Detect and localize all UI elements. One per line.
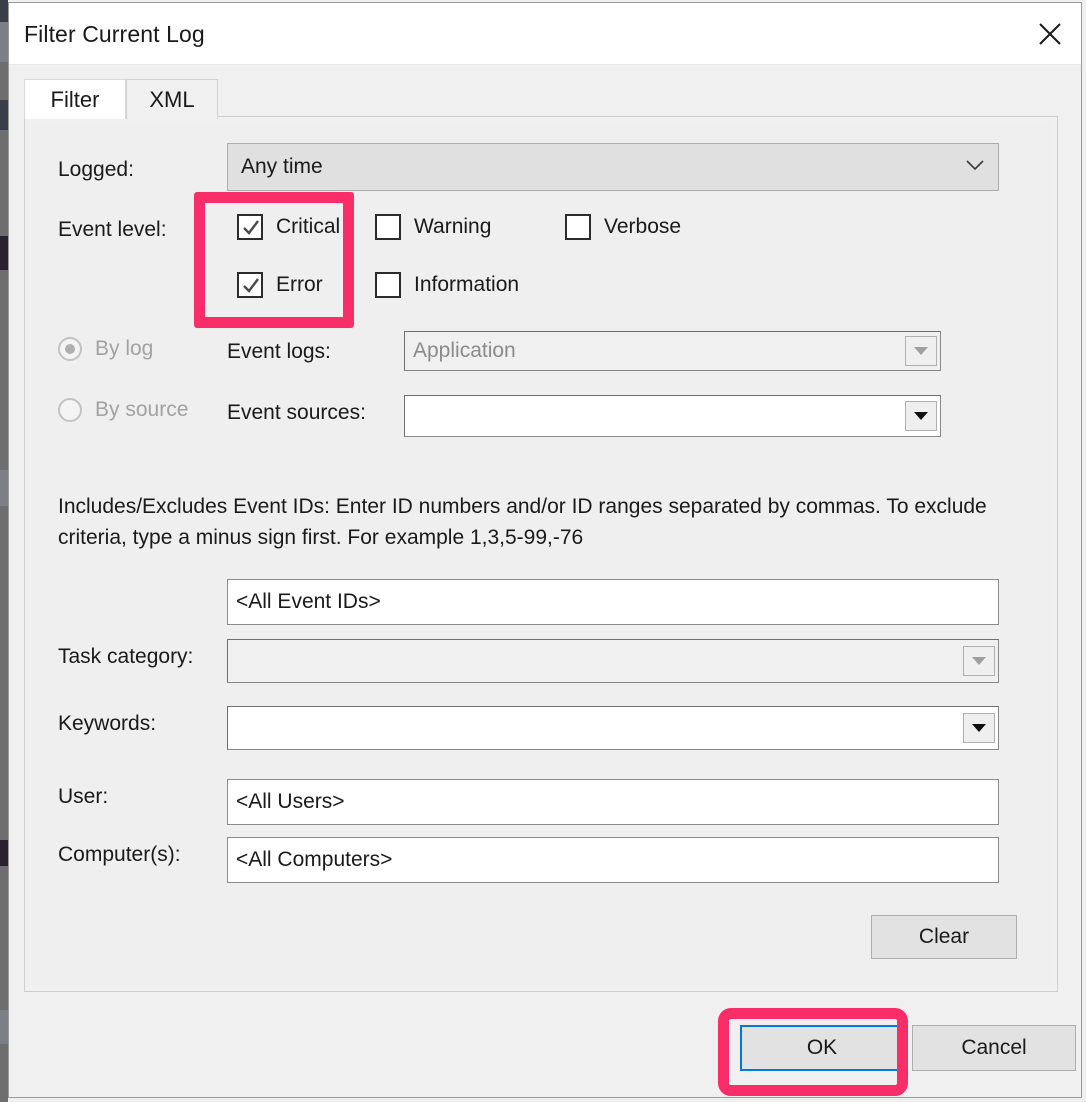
computers-value: <All Computers> xyxy=(236,848,393,871)
filter-current-log-dialog: Filter Current Log Filter XML Logged: An… xyxy=(8,2,1082,1098)
logged-value: Any time xyxy=(241,155,323,178)
cancel-button[interactable]: Cancel xyxy=(912,1025,1076,1071)
user-input[interactable]: <All Users> xyxy=(227,779,999,825)
checkbox-warning-label: Warning xyxy=(414,215,492,238)
event-ids-help-text: Includes/Excludes Event IDs: Enter ID nu… xyxy=(58,495,987,549)
logged-label: Logged: xyxy=(58,158,134,181)
filter-form: Logged: Any time Event level: Critical W… xyxy=(31,123,1051,985)
tab-filter-label: Filter xyxy=(50,86,100,112)
tab-filter[interactable]: Filter xyxy=(24,79,126,119)
checkbox-information-box xyxy=(375,272,401,298)
tab-xml[interactable]: XML xyxy=(126,79,218,119)
filter-tab-panel: Logged: Any time Event level: Critical W… xyxy=(24,116,1058,992)
event-logs-value: Application xyxy=(413,339,516,362)
radio-by-source-label: By source xyxy=(95,398,189,421)
keywords-label: Keywords: xyxy=(58,712,157,735)
checkbox-verbose-box xyxy=(565,214,591,240)
user-value: <All Users> xyxy=(236,790,345,813)
ok-button-label: OK xyxy=(806,1036,838,1059)
event-ids-value: <All Event IDs> xyxy=(236,590,381,613)
checkbox-error[interactable]: Error xyxy=(237,272,323,298)
title-bar: Filter Current Log xyxy=(9,3,1081,65)
radio-by-log[interactable]: By log xyxy=(58,337,153,361)
event-logs-combobox[interactable]: Application xyxy=(404,331,941,371)
radio-by-source-control xyxy=(58,398,82,422)
event-ids-input[interactable]: <All Event IDs> xyxy=(227,579,999,625)
dropdown-arrow-icon[interactable] xyxy=(963,713,995,743)
radio-by-log-label: By log xyxy=(95,337,154,360)
radio-by-source[interactable]: By source xyxy=(58,398,188,422)
dropdown-arrow-icon[interactable] xyxy=(905,401,937,431)
tab-xml-label: XML xyxy=(149,86,195,112)
checkbox-critical[interactable]: Critical xyxy=(237,214,340,240)
task-category-combobox[interactable] xyxy=(227,639,999,683)
checkbox-critical-box xyxy=(237,214,263,240)
event-sources-label: Event sources: xyxy=(227,401,366,424)
event-logs-label: Event logs: xyxy=(227,340,331,363)
checkbox-error-label: Error xyxy=(276,273,323,296)
checkbox-information[interactable]: Information xyxy=(375,272,519,298)
background-window-strip xyxy=(0,0,8,1102)
dialog-footer: OK Cancel xyxy=(9,993,1081,1097)
checkbox-verbose-label: Verbose xyxy=(604,215,682,238)
radio-by-log-control xyxy=(58,337,82,361)
task-category-label: Task category: xyxy=(58,645,194,668)
page-title: Filter Current Log xyxy=(24,21,205,47)
computers-input[interactable]: <All Computers> xyxy=(227,837,999,883)
logged-dropdown[interactable]: Any time xyxy=(227,143,999,191)
tab-strip: Filter XML xyxy=(9,65,1081,119)
dropdown-arrow-icon[interactable] xyxy=(963,646,995,676)
checkbox-warning[interactable]: Warning xyxy=(375,214,491,240)
ok-button[interactable]: OK xyxy=(740,1025,904,1071)
checkbox-verbose[interactable]: Verbose xyxy=(565,214,681,240)
checkbox-information-label: Information xyxy=(414,273,520,296)
chevron-down-icon xyxy=(966,158,984,176)
clear-button[interactable]: Clear xyxy=(871,915,1017,959)
cancel-button-label: Cancel xyxy=(961,1036,1027,1059)
dropdown-arrow-icon[interactable] xyxy=(905,336,937,366)
computers-label: Computer(s): xyxy=(58,843,181,866)
screen: Filter Current Log Filter XML Logged: An… xyxy=(0,0,1086,1102)
clear-button-label: Clear xyxy=(918,925,970,948)
close-icon[interactable] xyxy=(1019,3,1081,64)
user-label: User: xyxy=(58,785,109,808)
event-sources-combobox[interactable] xyxy=(404,395,941,437)
event-level-label: Event level: xyxy=(58,218,167,241)
checkbox-error-box xyxy=(237,272,263,298)
checkbox-critical-label: Critical xyxy=(276,215,341,238)
checkbox-warning-box xyxy=(375,214,401,240)
keywords-combobox[interactable] xyxy=(227,706,999,750)
